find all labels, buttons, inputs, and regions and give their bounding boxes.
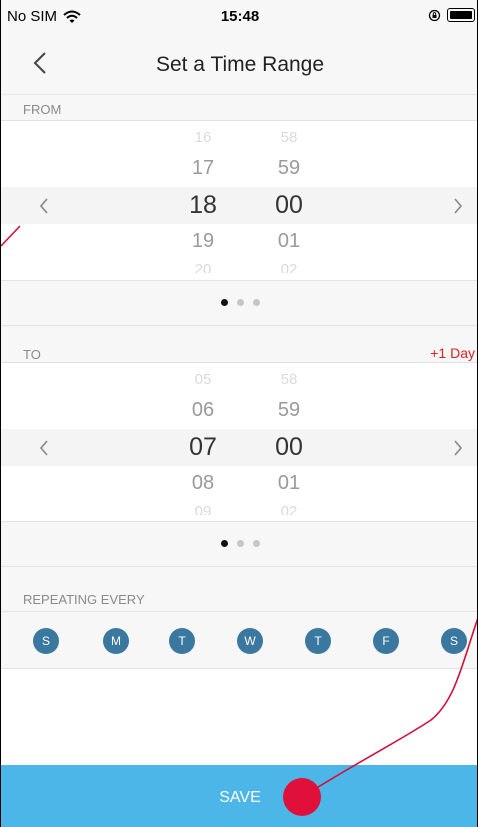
hour-option[interactable]: 06 — [173, 399, 233, 422]
repeat-label: REPEATING EVERY — [23, 592, 145, 607]
minute-option[interactable]: 59 — [259, 157, 319, 180]
from-prev-button[interactable] — [35, 191, 55, 221]
selection-band — [1, 429, 477, 466]
to-hour-wheel[interactable]: 05 06 07 08 09 — [173, 363, 233, 523]
minute-option[interactable]: 58 — [259, 371, 319, 385]
minute-selected[interactable]: 00 — [259, 433, 319, 462]
hour-option[interactable]: 05 — [173, 371, 233, 385]
to-next-button[interactable] — [447, 433, 467, 463]
chevron-right-icon — [454, 198, 463, 214]
chevron-right-icon — [454, 440, 463, 456]
chevron-left-icon — [39, 440, 48, 456]
minute-option[interactable]: 01 — [259, 230, 319, 253]
page-dot[interactable] — [236, 540, 244, 547]
to-label: TO — [23, 347, 41, 362]
day-saturday[interactable]: S — [441, 628, 467, 654]
page-dot[interactable] — [236, 299, 244, 306]
spacer — [1, 326, 477, 340]
repeat-section-header: REPEATING EVERY — [1, 585, 477, 611]
page-dot[interactable] — [220, 299, 228, 306]
day-tuesday[interactable]: T — [169, 628, 195, 654]
from-time-picker[interactable]: 16 17 18 19 20 58 59 00 01 02 — [1, 120, 477, 281]
to-minute-wheel[interactable]: 58 59 00 01 02 — [259, 363, 319, 523]
minute-option[interactable]: 02 — [259, 261, 319, 273]
minute-option[interactable]: 58 — [259, 129, 319, 143]
hour-option[interactable]: 19 — [173, 230, 233, 253]
to-page-indicator[interactable] — [1, 521, 477, 567]
nav-bar: Set a Time Range — [1, 38, 477, 94]
minute-option[interactable]: 59 — [259, 399, 319, 422]
from-page-indicator[interactable] — [1, 280, 477, 326]
spacer — [1, 567, 477, 585]
minute-option[interactable]: 01 — [259, 472, 319, 495]
page-dot[interactable] — [220, 540, 228, 547]
from-label: FROM — [23, 102, 62, 117]
from-minute-wheel[interactable]: 58 59 00 01 02 — [259, 121, 319, 281]
from-hour-wheel[interactable]: 16 17 18 19 20 — [173, 121, 233, 281]
day-thursday[interactable]: T — [305, 628, 331, 654]
day-monday[interactable]: M — [103, 628, 129, 654]
status-bar: No SIM 15:48 — [1, 0, 477, 38]
status-time: 15:48 — [220, 8, 260, 25]
status-right — [428, 8, 475, 22]
hour-option[interactable]: 09 — [173, 503, 233, 515]
selection-band — [1, 187, 477, 224]
day-offset-label: +1 Day — [430, 345, 475, 361]
hour-option[interactable]: 17 — [173, 157, 233, 180]
hour-option[interactable]: 20 — [173, 261, 233, 273]
page-dot[interactable] — [252, 299, 260, 306]
orientation-lock-icon — [428, 9, 441, 21]
day-friday[interactable]: F — [373, 628, 399, 654]
save-label: SAVE — [219, 789, 261, 806]
weekday-selector: S M T W T F S — [1, 611, 477, 669]
to-prev-button[interactable] — [35, 433, 55, 463]
to-time-picker[interactable]: 05 06 07 08 09 58 59 00 01 02 — [1, 362, 477, 523]
battery-icon — [447, 8, 475, 22]
page-title: Set a Time Range — [155, 53, 325, 76]
from-next-button[interactable] — [447, 191, 467, 221]
minute-option[interactable]: 02 — [259, 503, 319, 515]
hour-option[interactable]: 08 — [173, 472, 233, 495]
hour-selected[interactable]: 18 — [173, 191, 233, 220]
minute-selected[interactable]: 00 — [259, 191, 319, 220]
screen: No SIM 15:48 Set a Time Range FROM 16 17… — [0, 0, 478, 827]
page-dot[interactable] — [252, 540, 260, 547]
chevron-left-icon — [39, 198, 48, 214]
day-sunday[interactable]: S — [33, 628, 59, 654]
from-section-header: FROM — [1, 94, 477, 120]
save-button[interactable]: SAVE — [1, 765, 477, 827]
hour-selected[interactable]: 07 — [173, 433, 233, 462]
day-wednesday[interactable]: W — [237, 628, 263, 654]
hour-option[interactable]: 16 — [173, 129, 233, 143]
